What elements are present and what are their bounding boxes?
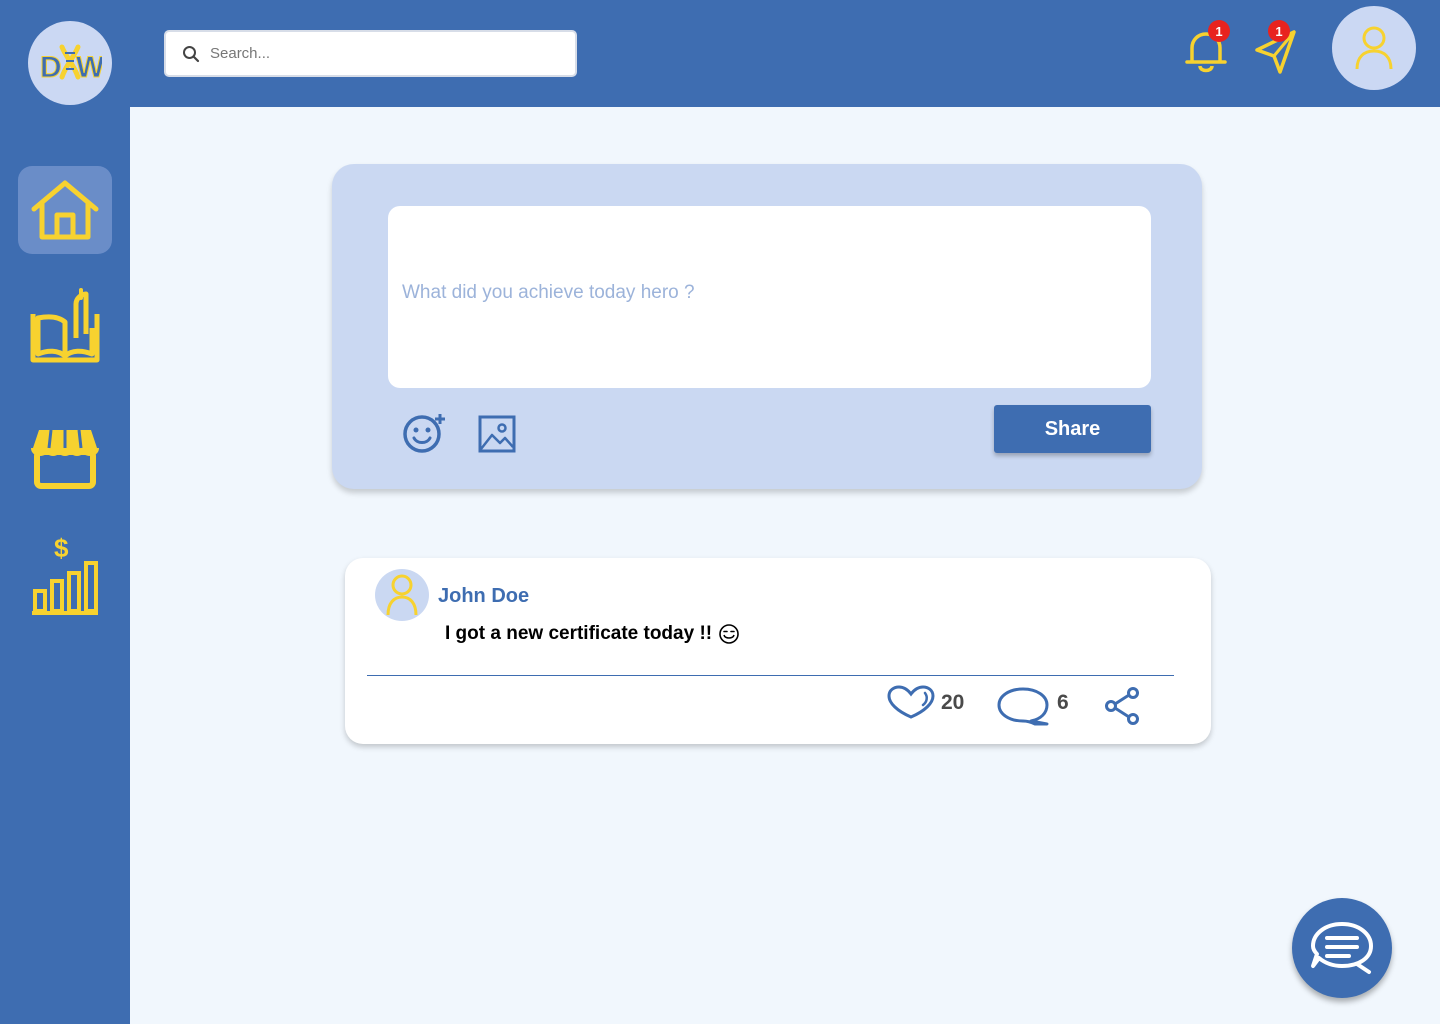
post-composer: Share	[332, 164, 1202, 489]
comment-count: 6	[1057, 691, 1069, 714]
chat-button[interactable]	[1292, 898, 1392, 998]
notifications-button[interactable]: 1	[1184, 20, 1230, 79]
like-count: 20	[941, 691, 965, 714]
share-post-button[interactable]	[1103, 686, 1141, 731]
notifications-badge: 1	[1208, 20, 1230, 42]
comment-button[interactable]	[997, 686, 1051, 731]
chat-icon	[1311, 922, 1373, 974]
post-input[interactable]	[388, 206, 1151, 388]
svg-text:W: W	[76, 51, 102, 84]
comment-icon	[997, 687, 1049, 726]
share-icon	[1105, 687, 1139, 725]
sidebar-item-home[interactable]	[18, 166, 112, 254]
store-icon	[31, 429, 99, 489]
search-icon	[183, 45, 200, 62]
post-divider	[367, 675, 1174, 676]
user-icon	[386, 574, 418, 616]
add-emoji-button[interactable]	[402, 412, 448, 459]
sidebar-item-store[interactable]	[18, 414, 112, 502]
svg-text:$: $	[54, 533, 69, 563]
finance-chart-icon: $	[32, 533, 98, 615]
svg-text:D: D	[40, 51, 62, 84]
profile-avatar[interactable]	[1332, 6, 1416, 90]
messages-button[interactable]: 1	[1254, 20, 1298, 79]
search-input[interactable]	[210, 45, 550, 62]
book-icon	[30, 288, 100, 363]
app-logo[interactable]: D W	[28, 21, 112, 105]
share-button[interactable]: Share	[994, 405, 1151, 453]
post-text: I got a new certificate today !!	[445, 623, 713, 644]
smile-icon	[719, 624, 739, 644]
user-icon	[1355, 26, 1393, 70]
logo-icon: D W	[40, 44, 102, 85]
like-button[interactable]	[887, 685, 935, 724]
post-author-name[interactable]: John Doe	[438, 585, 529, 608]
sidebar-item-finance[interactable]: $	[18, 530, 112, 618]
sidebar-item-learning[interactable]	[18, 282, 112, 370]
search-bar[interactable]	[164, 30, 577, 77]
home-icon	[31, 180, 99, 240]
image-icon	[478, 415, 516, 453]
post-content: I got a new certificate today !!	[445, 623, 740, 645]
messages-badge: 1	[1268, 20, 1290, 42]
post-author-avatar[interactable]	[375, 569, 429, 621]
emoji-add-icon	[403, 414, 445, 453]
add-image-button[interactable]	[478, 415, 516, 458]
heart-icon	[887, 685, 935, 719]
sidebar: D W $	[0, 0, 130, 1024]
post-card: John Doe I got a new certificate today !…	[345, 558, 1211, 744]
